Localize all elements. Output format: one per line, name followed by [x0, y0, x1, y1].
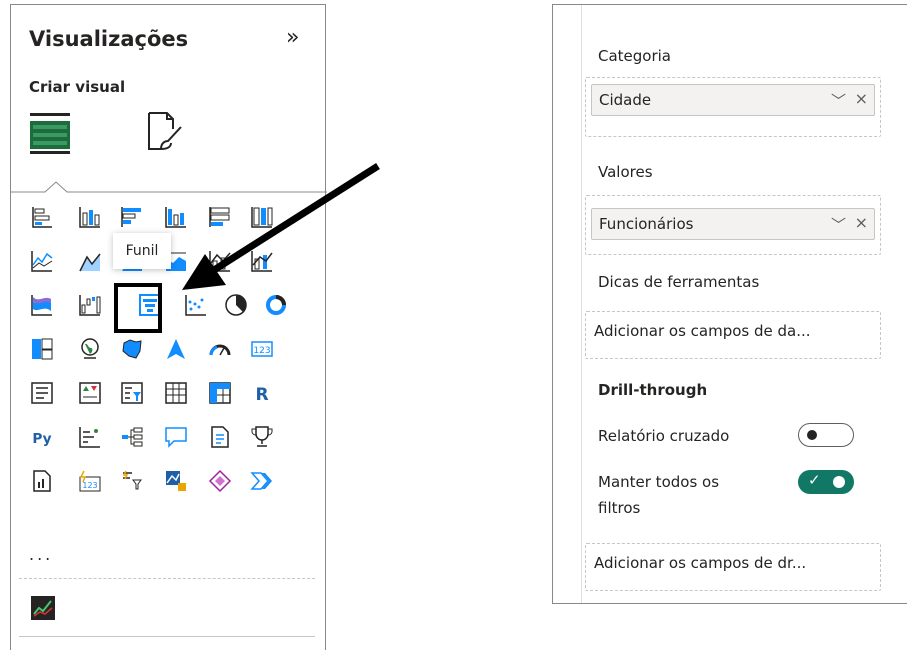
- chevron-down-icon[interactable]: ﹀: [831, 90, 846, 111]
- drillthrough-well[interactable]: Adicionar os campos de dr...: [585, 543, 881, 591]
- donut-chart-icon[interactable]: [261, 290, 291, 320]
- pane-title: Visualizações: [29, 27, 189, 51]
- close-icon[interactable]: ×: [855, 89, 868, 108]
- 100-stacked-bar-icon[interactable]: [205, 202, 235, 232]
- build-visual-label: Criar visual: [29, 78, 126, 96]
- area-chart-icon[interactable]: [75, 246, 105, 276]
- keep-all-filters-toggle[interactable]: ✓: [798, 470, 854, 494]
- qa-icon[interactable]: [161, 422, 191, 452]
- tab-divider: [11, 181, 327, 193]
- stacked-bar-chart-icon[interactable]: [27, 202, 57, 232]
- gauge-icon[interactable]: [205, 334, 235, 364]
- divider: [19, 636, 315, 637]
- paginated-report-icon[interactable]: [27, 466, 57, 496]
- multi-row-card-icon[interactable]: [27, 378, 57, 408]
- azure-map-icon[interactable]: [161, 334, 191, 364]
- category-field-pill[interactable]: Cidade ﹀ ×: [591, 84, 875, 116]
- check-icon: ✓: [808, 471, 821, 489]
- close-icon[interactable]: ×: [855, 213, 868, 232]
- 100-stacked-column-icon[interactable]: [247, 202, 277, 232]
- fields-wells-pane: Categoria Cidade ﹀ × Valores Funcionário…: [552, 4, 907, 604]
- power-automate-icon[interactable]: [117, 466, 147, 496]
- more-visuals-ellipsis[interactable]: ...: [29, 545, 53, 564]
- slicer-icon[interactable]: [117, 378, 147, 408]
- tooltips-placeholder: Adicionar os campos de da...: [594, 322, 811, 340]
- decomposition-tree-icon[interactable]: [117, 422, 147, 452]
- power-apps-diamond-icon[interactable]: [205, 466, 235, 496]
- cross-report-toggle[interactable]: [798, 423, 854, 447]
- smart-narrative-icon[interactable]: [205, 422, 235, 452]
- line-and-stacked-column-icon[interactable]: [205, 246, 235, 276]
- chevron-down-icon[interactable]: ﹀: [831, 214, 846, 235]
- keep-filters-label: Manter todos os: [598, 473, 720, 491]
- card-icon[interactable]: 123: [247, 334, 277, 364]
- funnel-highlight-box: [114, 283, 162, 333]
- treemap-icon[interactable]: [27, 334, 57, 364]
- values-field-name: Funcionários: [599, 215, 694, 233]
- power-automate-flow-icon[interactable]: [247, 466, 277, 496]
- key-influencers-icon[interactable]: [75, 422, 105, 452]
- metrics-trophy-icon[interactable]: [247, 422, 277, 452]
- drillthrough-label: Drill-through: [598, 381, 708, 399]
- line-and-clustered-column-icon[interactable]: [247, 246, 277, 276]
- toggle-knob: [807, 430, 817, 440]
- filled-map-icon[interactable]: [117, 334, 147, 364]
- analytics-icon[interactable]: [31, 596, 55, 620]
- arcgis-map-icon[interactable]: [161, 466, 191, 496]
- svg-text:123: 123: [82, 481, 97, 490]
- toggle-knob: [833, 476, 845, 488]
- tooltips-label: Dicas de ferramentas: [598, 273, 760, 291]
- map-icon[interactable]: [75, 334, 105, 364]
- category-field-name: Cidade: [599, 91, 652, 109]
- clustered-column-chart-icon[interactable]: [161, 202, 191, 232]
- waterfall-chart-icon[interactable]: [75, 290, 105, 320]
- divider: [19, 578, 315, 579]
- keep-filters-label-line2: filtros: [598, 499, 641, 517]
- r-visual-icon[interactable]: R: [247, 378, 277, 408]
- scatter-chart-icon[interactable]: [181, 290, 211, 320]
- visualizations-pane: Visualizações » Criar visual 123 R Py 12…: [10, 4, 327, 650]
- tooltip: Funil: [113, 233, 171, 269]
- values-label: Valores: [598, 163, 653, 181]
- table-icon[interactable]: [161, 378, 191, 408]
- line-chart-icon[interactable]: [27, 246, 57, 276]
- svg-text:123: 123: [253, 346, 270, 356]
- ribbon-chart-icon[interactable]: [27, 290, 57, 320]
- category-label: Categoria: [598, 47, 672, 65]
- kpi-icon[interactable]: [75, 378, 105, 408]
- power-apps-icon[interactable]: 123: [75, 466, 105, 496]
- svg-text:Py: Py: [32, 431, 51, 447]
- svg-text:R: R: [255, 385, 268, 405]
- matrix-icon[interactable]: [205, 378, 235, 408]
- format-visual-icon[interactable]: [141, 109, 185, 155]
- drillthrough-placeholder: Adicionar os campos de dr...: [594, 554, 807, 572]
- build-visual-icon[interactable]: [29, 109, 71, 155]
- python-visual-icon[interactable]: Py: [27, 422, 57, 452]
- stacked-column-chart-icon[interactable]: [75, 202, 105, 232]
- pie-chart-icon[interactable]: [221, 290, 251, 320]
- double-chevron-right-icon[interactable]: »: [286, 27, 299, 49]
- tooltips-well[interactable]: Adicionar os campos de da...: [585, 311, 881, 359]
- clustered-bar-chart-icon[interactable]: [117, 202, 147, 232]
- values-field-pill[interactable]: Funcionários ﹀ ×: [591, 208, 875, 240]
- cross-report-label: Relatório cruzado: [598, 427, 730, 445]
